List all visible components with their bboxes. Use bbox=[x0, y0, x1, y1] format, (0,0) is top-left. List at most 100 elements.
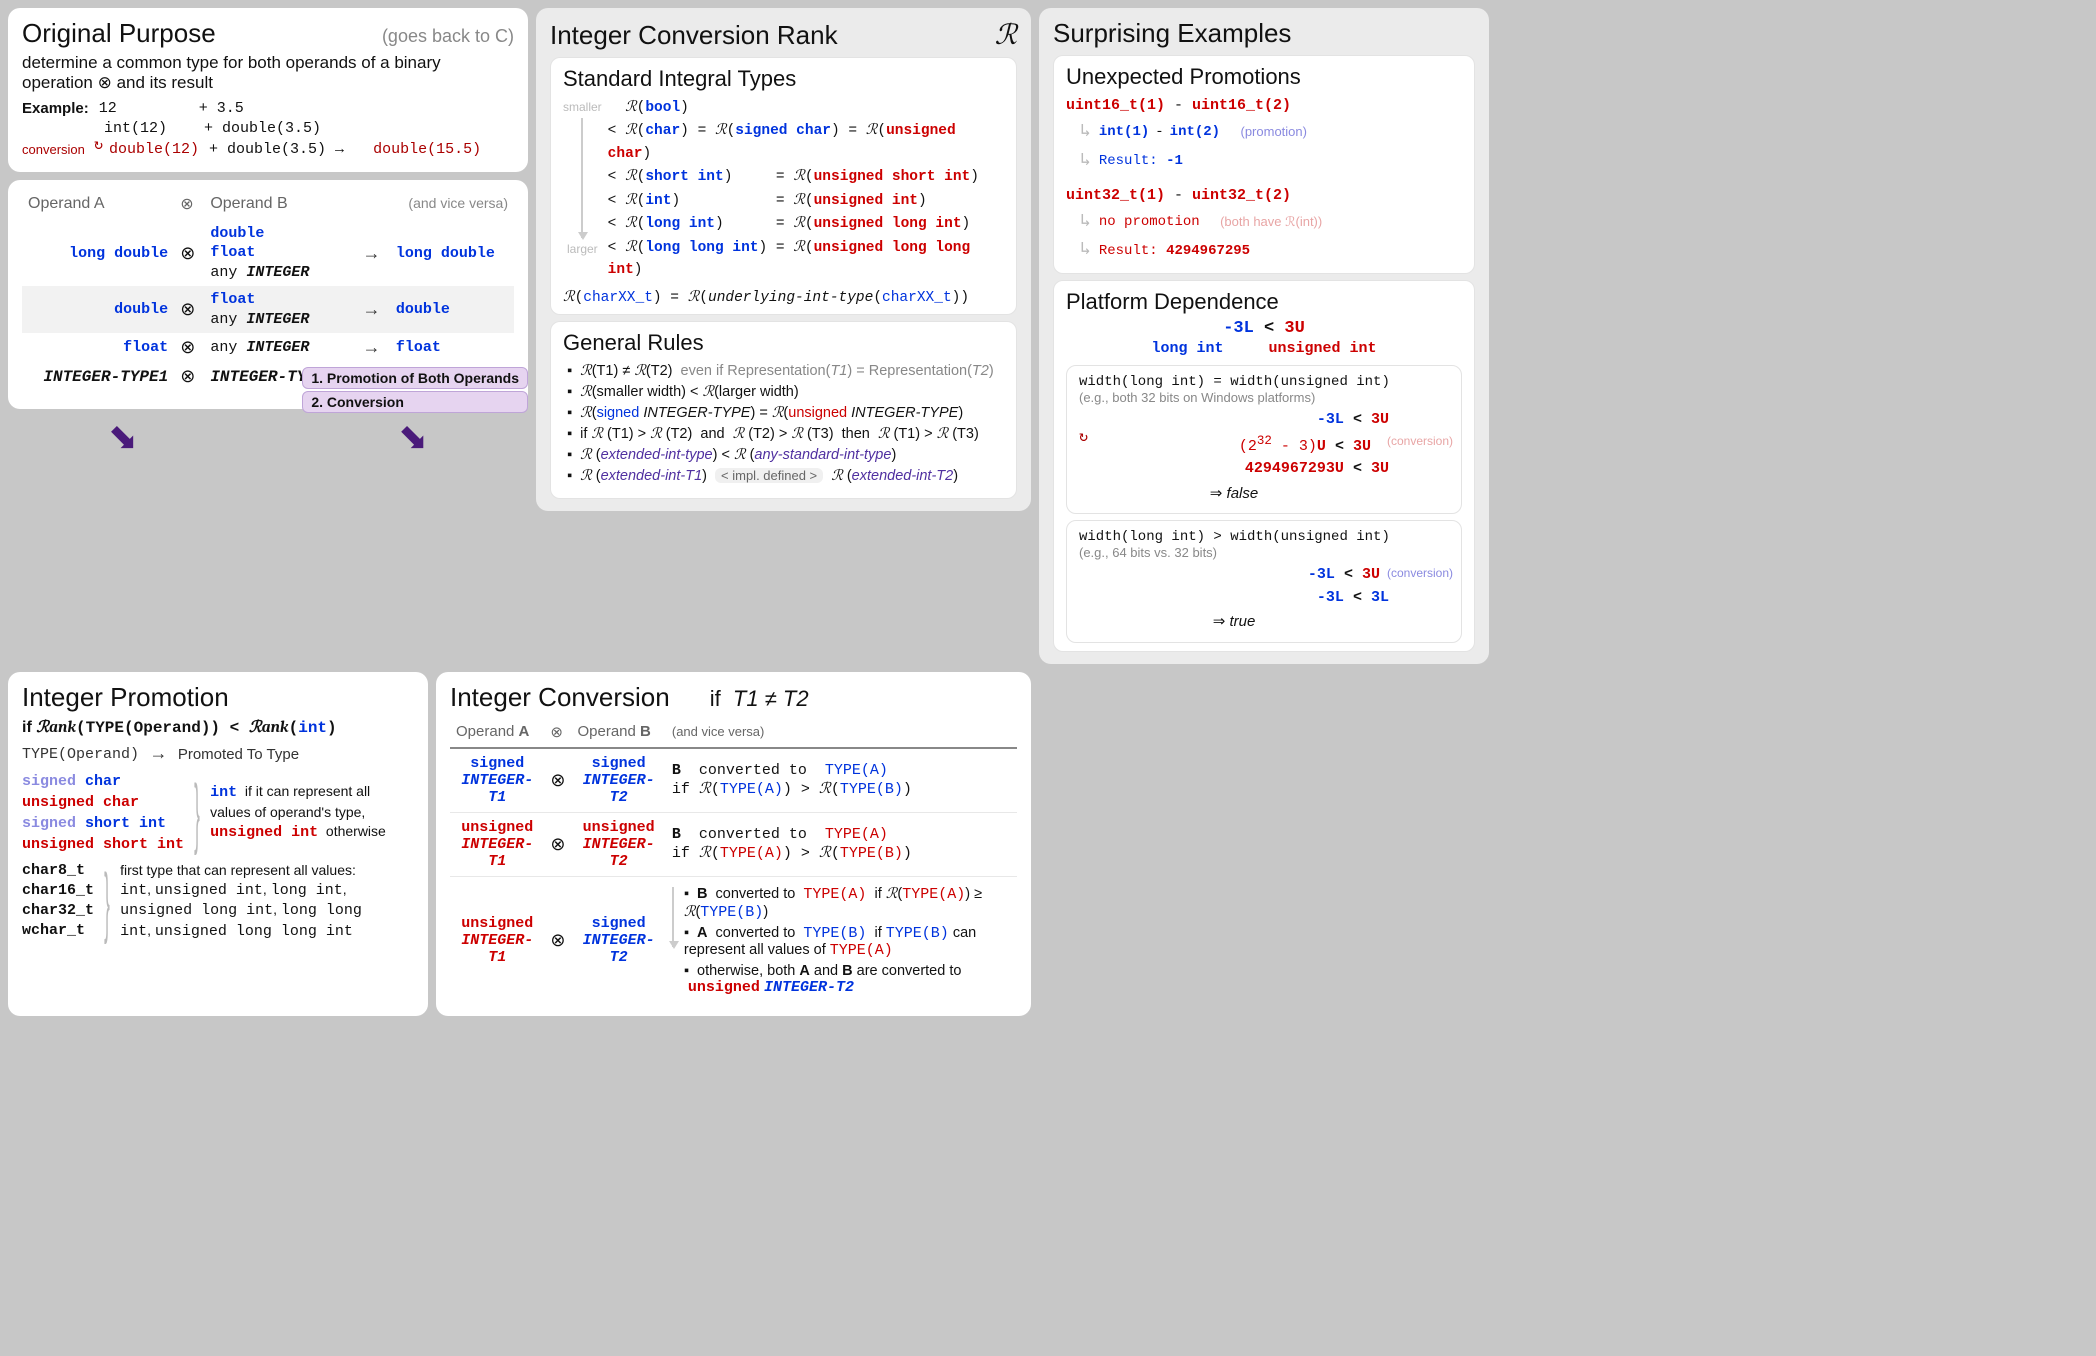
larger-label: larger bbox=[567, 242, 598, 256]
opA-head: Operand A bbox=[28, 195, 105, 212]
examples-title: Surprising Examples bbox=[1053, 18, 1291, 49]
purple-arrows: ⬊ ⬊ bbox=[8, 419, 528, 455]
ex-l1b: + 3.5 bbox=[199, 99, 244, 119]
ptype-b1: char16_t bbox=[22, 881, 94, 901]
ex1-result: ↳ Result: -1 bbox=[1080, 147, 1462, 176]
conv-r1: B converted to TYPE(A) if ℛ(TYPE(A)) > ℛ… bbox=[666, 812, 1017, 876]
promo-col-right: Promoted To Type bbox=[178, 746, 299, 763]
conversion-title: Integer Conversion bbox=[450, 682, 670, 713]
rule-0: ℛ(T1) ≠ ℛ(T2) even if Representation(T1)… bbox=[567, 360, 1004, 381]
ptype-2: signed short int bbox=[22, 813, 184, 834]
vice-versa-note: (and vice versa) bbox=[408, 195, 508, 211]
step2-badge: 2. Conversion bbox=[302, 391, 528, 413]
step1-badge: 1. Promotion of Both Operands bbox=[302, 367, 528, 389]
case1-sub: (e.g., both 32 bits on Windows platforms… bbox=[1079, 390, 1449, 405]
row2-r: float bbox=[390, 333, 514, 362]
conversion-card: Integer Conversion if T1 ≠ T2 Operand A … bbox=[436, 672, 1031, 1016]
rank-line-0: ℛ(bool) bbox=[608, 96, 1004, 119]
row1-b1: any INTEGER bbox=[210, 311, 309, 328]
row1-r: double bbox=[390, 286, 514, 333]
pd-types: long int unsigned int bbox=[1066, 340, 1462, 357]
row1-a: double bbox=[22, 286, 174, 333]
std-types-title: Standard Integral Types bbox=[563, 66, 1004, 92]
rule-3: if ℛ (T1) > ℛ (T2) and ℛ (T2) > ℛ (T3) t… bbox=[567, 423, 1004, 444]
row2-a: float bbox=[22, 333, 174, 362]
c1-res: ⇒ false bbox=[1079, 483, 1389, 506]
promotion-card: Integer Promotion if ℛank(TYPE(Operand))… bbox=[8, 672, 428, 1016]
rank-symbol: ℛ bbox=[995, 18, 1017, 51]
row2-b0: any INTEGER bbox=[204, 333, 356, 362]
pd-top: -3L < 3U bbox=[1066, 319, 1462, 338]
rank-line-1: < ℛ(char) = ℛ(signed char) = ℛ(unsigned … bbox=[608, 119, 1004, 165]
down-arrow-small-icon bbox=[672, 887, 674, 947]
purpose-card: Original Purpose (goes back to C) determ… bbox=[8, 8, 528, 172]
rank-line-2: < ℛ(short int) = ℛ(unsigned short int) bbox=[608, 165, 1004, 188]
arrow-down-right-icon: ⬊ bbox=[398, 419, 428, 455]
ex1-line: uint16_t(1) - uint16_t(2) bbox=[1066, 94, 1462, 118]
promo-col-left: TYPE(Operand) bbox=[22, 746, 139, 763]
ex-l3a: double(12) bbox=[109, 140, 199, 160]
promotion-title: Integer Promotion bbox=[22, 682, 229, 713]
arrow-down-left-icon: ⬊ bbox=[108, 419, 138, 455]
ex-l3c: double(15.5) bbox=[373, 140, 481, 160]
row0-r: long double bbox=[390, 220, 514, 287]
ptype-b2: char32_t bbox=[22, 901, 94, 921]
case2-title: width(long int) > width(unsigned int) bbox=[1079, 529, 1449, 545]
ex-l3b: + double(3.5) → bbox=[209, 140, 344, 160]
down-arrow-icon bbox=[581, 118, 583, 238]
rank-line-3: < ℛ(int) = ℛ(unsigned int) bbox=[608, 189, 1004, 212]
conversion-cond: if T1 ≠ T2 bbox=[710, 686, 809, 712]
steps-badges: 1. Promotion of Both Operands 2. Convers… bbox=[302, 367, 532, 413]
rule-5: ℛ (extended-int-T1) < impl. defined > ℛ … bbox=[567, 465, 1004, 486]
rank-card: Integer Conversion Rank ℛ Standard Integ… bbox=[536, 8, 1031, 511]
conversion-label: conversion bbox=[22, 141, 94, 159]
rank-line-5: < ℛ(long long int) = ℛ(unsigned long lon… bbox=[608, 236, 1004, 282]
conv-headA: Operand A bbox=[456, 723, 529, 740]
ex1-sub1: ↳ int(1) - int(2) (promotion) bbox=[1080, 118, 1462, 147]
smaller-label: smaller bbox=[563, 100, 602, 114]
ex-l2b: + double(3.5) bbox=[204, 119, 321, 139]
ex-l2a: int(12) bbox=[104, 119, 194, 139]
conv-r2: B converted to TYPE(A) if ℛ(TYPE(A)) ≥ ℛ… bbox=[666, 876, 1017, 1004]
row0-b2: any INTEGER bbox=[210, 264, 309, 281]
conv-headB: Operand B bbox=[577, 723, 650, 740]
opB-head: Operand B bbox=[210, 195, 287, 212]
curve-arrow2-icon: ↻ bbox=[1079, 427, 1088, 450]
example-label: Example: bbox=[22, 99, 89, 119]
ptype-1: unsigned char bbox=[22, 792, 184, 813]
promote-bottom-text: first type that can represent all values… bbox=[120, 861, 370, 941]
operand-card: Operand A ⊗ Operand B (and vice versa) l… bbox=[8, 180, 528, 410]
rules-title: General Rules bbox=[563, 330, 1004, 356]
rank-line-4: < ℛ(long int) = ℛ(unsigned long int) bbox=[608, 212, 1004, 235]
purpose-note: (goes back to C) bbox=[382, 26, 514, 47]
row0-b1: float bbox=[210, 244, 255, 261]
ex2-sub1: ↳ no promotion (both have ℛ(int)) bbox=[1080, 208, 1462, 237]
ex2-result: ↳ Result: 4294967295 bbox=[1080, 236, 1462, 265]
c1-l1: -3L < 3U bbox=[1079, 409, 1389, 432]
row0-b0: double bbox=[210, 225, 264, 242]
c1-l2: (232 - 3)U < 3U (conversion) bbox=[1079, 432, 1389, 459]
c2-l2: -3L < 3L bbox=[1079, 587, 1389, 610]
ex-l1a: 12 bbox=[99, 99, 189, 119]
case1-title: width(long int) = width(unsigned int) bbox=[1079, 374, 1449, 390]
brace-icon-bottom: } bbox=[104, 874, 110, 929]
conv-vv: (and vice versa) bbox=[666, 717, 1017, 748]
rule-1: ℛ(smaller width) < ℛ(larger width) bbox=[567, 381, 1004, 402]
intA: INTEGER-TYPE1 bbox=[22, 362, 174, 391]
conv-r0: B converted to TYPE(A) if ℛ(TYPE(A)) > ℛ… bbox=[666, 748, 1017, 813]
ex2-line: uint32_t(1) - uint32_t(2) bbox=[1066, 184, 1462, 208]
c1-l3: 4294967293U < 3U bbox=[1079, 458, 1389, 481]
charxx-line: ℛ(charXX_t) = ℛ(underlying-int-type(char… bbox=[563, 288, 1004, 306]
c2-res: ⇒ true bbox=[1079, 611, 1389, 634]
purpose-desc: determine a common type for both operand… bbox=[22, 53, 514, 93]
ptype-3: unsigned short int bbox=[22, 834, 184, 855]
purpose-title: Original Purpose bbox=[22, 18, 216, 49]
row1-b0: float bbox=[210, 291, 255, 308]
promote-top-text: int if it can represent all values of op… bbox=[210, 783, 370, 820]
rule-4: ℛ (extended-int-type) < ℛ (any-standard-… bbox=[567, 444, 1004, 465]
ptype-0: signed char bbox=[22, 771, 184, 792]
case2-sub: (e.g., 64 bits vs. 32 bits) bbox=[1079, 545, 1449, 560]
ptype-b0: char8_t bbox=[22, 861, 94, 881]
promotion-cond: if ℛank(TYPE(Operand)) < ℛank(int) bbox=[22, 717, 414, 737]
examples-card: Surprising Examples Unexpected Promotion… bbox=[1039, 8, 1489, 664]
